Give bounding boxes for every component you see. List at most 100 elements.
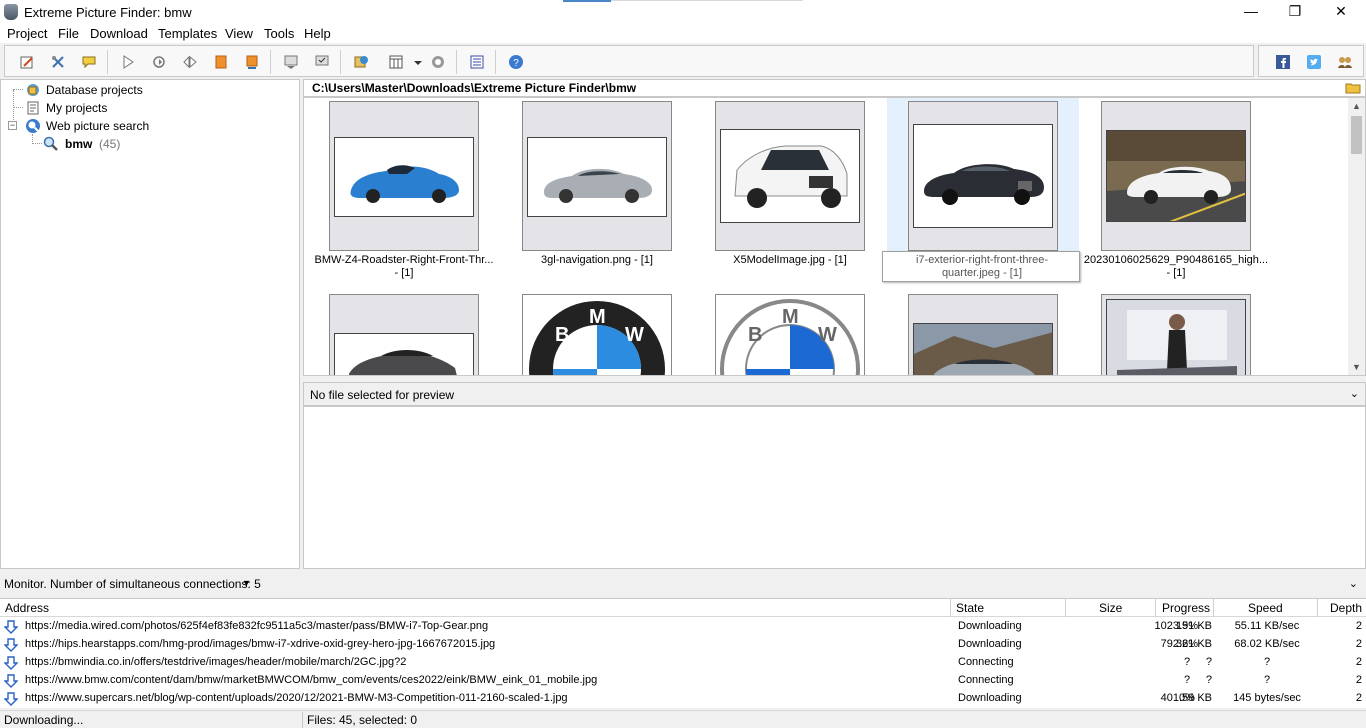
- svg-text:W: W: [818, 324, 837, 346]
- caption-tooltip: i7-exterior-right-front-three-quarter.jp…: [882, 251, 1080, 282]
- app-icon: [4, 4, 18, 20]
- status-files: Files: 45, selected: 0: [307, 713, 418, 727]
- cell-address: https://www.supercars.net/blog/wp-conten…: [25, 692, 568, 704]
- tree-item-search-bmw[interactable]: bmw (45): [1, 135, 299, 153]
- community-icon[interactable]: [1337, 54, 1353, 70]
- downloads-table: Address State Size Progress Speed Depth …: [0, 598, 1366, 708]
- scroll-down-icon[interactable]: ▼: [1348, 359, 1365, 375]
- cell-state: Connecting: [958, 674, 1014, 686]
- chevron-down-icon[interactable]: ⌄: [1350, 387, 1359, 400]
- chevron-down-icon[interactable]: ⌄: [1349, 577, 1358, 590]
- column-divider: [950, 599, 951, 617]
- monitor-label: Monitor. Number of simultaneous connecti…: [4, 577, 261, 591]
- toolbar-separator: [495, 50, 496, 74]
- tree-item-web-picture-search[interactable]: Web picture search: [1, 117, 299, 135]
- toolbar-separator: [107, 50, 108, 74]
- table-row[interactable]: https://www.supercars.net/blog/wp-conten…: [0, 690, 1366, 708]
- thumbnail[interactable]: B M W: [715, 294, 865, 375]
- tree-item-database-projects[interactable]: Database projects: [1, 81, 299, 99]
- title-accent-line: [611, 0, 803, 1]
- col-state[interactable]: State: [956, 601, 984, 615]
- column-divider: [1155, 599, 1156, 617]
- menu-download[interactable]: Download: [90, 26, 148, 41]
- tree-label-my-projects: My projects: [46, 101, 108, 115]
- col-depth[interactable]: Depth: [1330, 601, 1362, 615]
- preview-header[interactable]: No file selected for preview ⌄: [303, 382, 1366, 406]
- scrollbar-thumb[interactable]: [1351, 116, 1362, 154]
- stop-icon[interactable]: [213, 54, 229, 70]
- menu-view[interactable]: View: [225, 26, 253, 41]
- thumbnail[interactable]: [329, 294, 479, 375]
- download-arrow-icon: [3, 620, 19, 634]
- table-row[interactable]: https://www.bmw.com/content/dam/bmw/mark…: [0, 672, 1366, 690]
- thumbnail[interactable]: B M W: [522, 294, 672, 375]
- comment-icon[interactable]: [81, 54, 97, 70]
- preview-pane: [303, 406, 1366, 569]
- status-activity: Downloading...: [4, 713, 84, 727]
- thumbnail-image: B M W: [720, 299, 860, 375]
- col-address[interactable]: Address: [5, 601, 49, 615]
- col-size[interactable]: Size: [1099, 601, 1122, 615]
- menu-help[interactable]: Help: [304, 26, 331, 41]
- table-row[interactable]: https://bmwindia.co.in/offers/testdrive/…: [0, 654, 1366, 672]
- close-button[interactable]: ✕: [1318, 0, 1364, 24]
- status-bar: Downloading... Files: 45, selected: 0: [0, 710, 1366, 728]
- edit-project-icon[interactable]: [50, 54, 66, 70]
- download-arrow-icon: [3, 674, 19, 688]
- thumbnail-image: [334, 333, 474, 375]
- thumbnail-scrollbar[interactable]: ▲ ▼: [1348, 98, 1365, 375]
- table-row[interactable]: https://hips.hearstapps.com/hmg-prod/ima…: [0, 636, 1366, 654]
- new-project-icon[interactable]: [19, 54, 35, 70]
- col-progress[interactable]: Progress: [1162, 601, 1210, 615]
- start-icon[interactable]: [120, 54, 136, 70]
- menu-project[interactable]: Project: [7, 26, 47, 41]
- cell-progress: ?: [1183, 656, 1191, 668]
- menu-templates[interactable]: Templates: [158, 26, 217, 41]
- stop-all-icon[interactable]: [244, 54, 260, 70]
- open-folder-icon[interactable]: [1345, 82, 1361, 94]
- menu-bar: Project File Download Templates View Too…: [0, 24, 1366, 43]
- help-icon[interactable]: ?: [508, 54, 524, 70]
- cell-depth: 2: [1355, 692, 1362, 704]
- thumbnail-image: [720, 129, 860, 223]
- facebook-icon[interactable]: [1275, 54, 1291, 70]
- refresh-icon[interactable]: [151, 54, 167, 70]
- thumbnail[interactable]: [329, 101, 479, 251]
- thumbnail-image: [527, 137, 667, 217]
- settings-icon[interactable]: [430, 54, 446, 70]
- maximize-button[interactable]: ❐: [1272, 0, 1318, 24]
- thumbnail[interactable]: [522, 101, 672, 251]
- thumbnail[interactable]: [1101, 101, 1251, 251]
- tree-item-my-projects[interactable]: My projects: [1, 99, 299, 117]
- download-list-icon[interactable]: [283, 54, 299, 70]
- tree-count-bmw: (45): [99, 137, 121, 151]
- table-row[interactable]: https://media.wired.com/photos/625f4ef83…: [0, 618, 1366, 636]
- connections-dropdown-icon[interactable]: ▼: [242, 578, 251, 588]
- step-icon[interactable]: [182, 54, 198, 70]
- view-mode-icon[interactable]: [388, 54, 404, 70]
- thumbnail-caption: BMW-Z4-Roadster-Right-Front-Thr... - [1]: [314, 254, 494, 279]
- thumbnail-image: [1106, 299, 1246, 375]
- thumbnail[interactable]: [1101, 294, 1251, 375]
- tree-label-bmw: bmw: [65, 137, 93, 151]
- twitter-icon[interactable]: [1306, 54, 1322, 70]
- title-bar: Extreme Picture Finder: bmw — ❐ ✕: [0, 0, 1366, 24]
- thumbnail-caption: i7-exterior-right-front-three-quarter.jp…: [915, 254, 1049, 279]
- thumbnail[interactable]: [715, 101, 865, 251]
- svg-text:B: B: [748, 324, 762, 346]
- download-selected-icon[interactable]: [314, 54, 330, 70]
- thumbnail[interactable]: [908, 294, 1058, 375]
- menu-file[interactable]: File: [58, 26, 79, 41]
- scroll-up-icon[interactable]: ▲: [1348, 98, 1365, 114]
- explore-icon[interactable]: [353, 54, 369, 70]
- status-divider: [302, 712, 303, 728]
- path-bar: C:\Users\Master\Downloads\Extreme Pictur…: [303, 79, 1366, 97]
- thumbnail[interactable]: [908, 101, 1058, 251]
- col-speed[interactable]: Speed: [1248, 601, 1283, 615]
- chevron-down-icon[interactable]: [410, 54, 422, 70]
- schedule-icon[interactable]: [469, 54, 485, 70]
- minimize-button[interactable]: —: [1228, 0, 1274, 24]
- toolbar-separator: [340, 50, 341, 74]
- menu-tools[interactable]: Tools: [264, 26, 294, 41]
- tree-label-web-picture-search: Web picture search: [46, 119, 150, 133]
